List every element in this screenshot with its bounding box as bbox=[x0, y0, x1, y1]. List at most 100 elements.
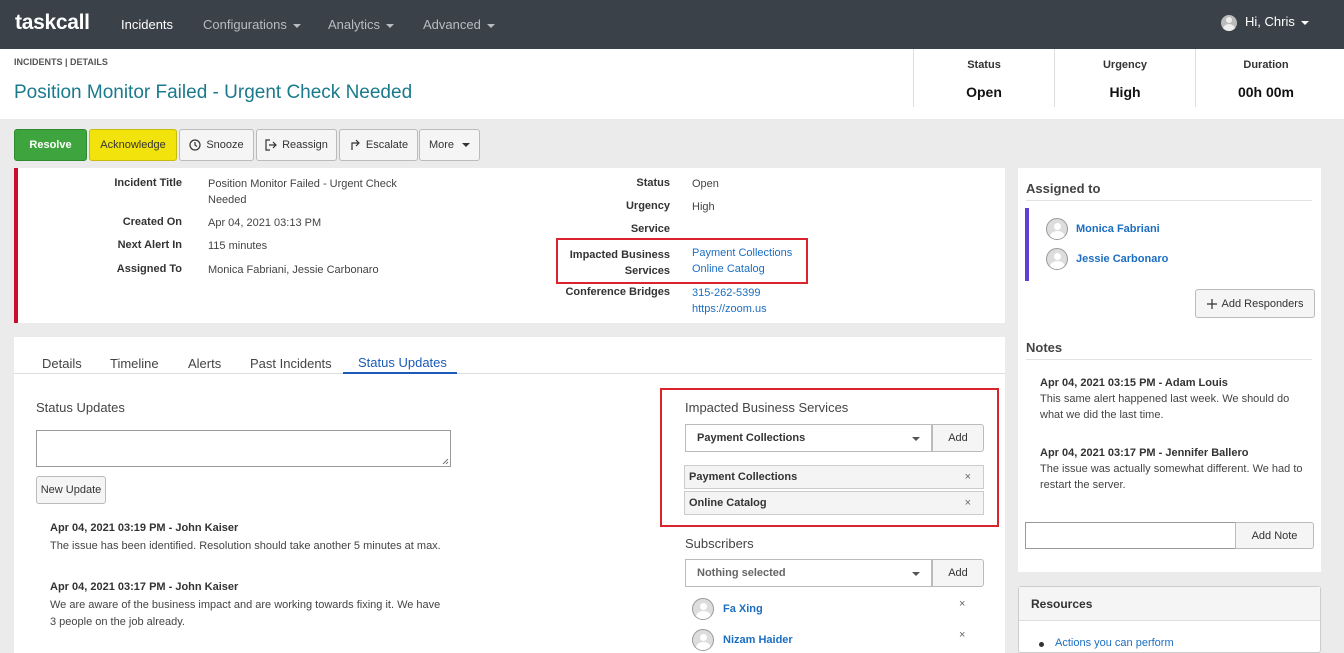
stat-status: Status Open bbox=[913, 49, 1054, 107]
subscriber-name[interactable]: Nizam Haider bbox=[723, 634, 793, 646]
subscribers-title: Subscribers bbox=[685, 536, 754, 551]
tab-divider bbox=[14, 373, 1005, 374]
tab-alerts[interactable]: Alerts bbox=[188, 356, 221, 371]
incident-title-line1: Position Monitor Failed - Urgent Check bbox=[208, 178, 397, 190]
note-line: what we did the last time. bbox=[1040, 409, 1164, 421]
resource-link[interactable]: Actions you can perform bbox=[1055, 637, 1174, 649]
resize-handle-icon[interactable] bbox=[441, 457, 449, 465]
nav-incidents-label: Incidents bbox=[121, 17, 174, 32]
note-head: Apr 04, 2021 03:15 PM - Adam Louis bbox=[1040, 377, 1228, 389]
chevron-down-icon bbox=[292, 23, 301, 28]
new-update-button[interactable]: New Update bbox=[36, 476, 106, 504]
stat-urgency-label: Urgency bbox=[1102, 59, 1148, 71]
status-label: Status bbox=[636, 177, 670, 189]
nav-analytics[interactable]: Analytics bbox=[328, 17, 395, 32]
more-label: More bbox=[428, 139, 455, 151]
remove-subscriber-icon[interactable]: × bbox=[959, 598, 965, 610]
stat-urgency: Urgency High bbox=[1054, 49, 1195, 107]
add-note-input[interactable] bbox=[1025, 522, 1236, 549]
stat-urgency-value: High bbox=[1109, 84, 1141, 100]
incident-details-panel: Incident Title Position Monitor Failed -… bbox=[14, 168, 1005, 323]
conference-phone-link[interactable]: 315-262-5399 bbox=[692, 285, 767, 301]
stat-status-value: Open bbox=[966, 84, 1002, 100]
chevron-down-icon bbox=[386, 23, 395, 28]
divider bbox=[1026, 200, 1312, 201]
created-on-value: Apr 04, 2021 03:13 PM bbox=[208, 217, 322, 229]
assigned-to-value: Monica Fabriani, Jessie Carbonaro bbox=[208, 264, 379, 276]
update-entry-head: Apr 04, 2021 03:17 PM - John Kaiser bbox=[50, 581, 239, 593]
stat-duration: Duration 00h 00m bbox=[1195, 49, 1336, 107]
highlight-box bbox=[556, 238, 808, 284]
incident-title-value: Position Monitor Failed - Urgent Check N… bbox=[208, 176, 397, 208]
snooze-button[interactable]: Snooze bbox=[179, 129, 254, 161]
user-avatar-icon bbox=[1221, 14, 1237, 31]
tab-past-incidents[interactable]: Past Incidents bbox=[250, 356, 332, 371]
reassign-button[interactable]: Reassign bbox=[256, 129, 337, 161]
tab-details[interactable]: Details bbox=[42, 356, 82, 371]
incident-header: INCIDENTS | DETAILS Position Monitor Fai… bbox=[0, 49, 1344, 119]
urgency-value: High bbox=[692, 201, 715, 213]
tab-timeline[interactable]: Timeline bbox=[110, 356, 159, 371]
user-menu[interactable]: Hi, Chris bbox=[1221, 14, 1309, 31]
add-responders-button[interactable]: Add Responders bbox=[1195, 289, 1315, 318]
tab-status-updates[interactable]: Status Updates bbox=[343, 355, 457, 374]
update-body-line2: 3 people on the job already. bbox=[50, 616, 185, 628]
note-line: This same alert happened last week. We s… bbox=[1040, 393, 1290, 405]
resources-panel: Resources Actions you can perform bbox=[1018, 586, 1321, 653]
more-button[interactable]: More bbox=[419, 129, 480, 161]
nav-advanced-label: Advanced bbox=[423, 17, 481, 32]
update-entry-body: The issue has been identified. Resolutio… bbox=[50, 540, 441, 552]
remove-subscriber-icon[interactable]: × bbox=[959, 629, 965, 641]
nav-advanced[interactable]: Advanced bbox=[423, 17, 495, 32]
resolve-button[interactable]: Resolve bbox=[14, 129, 87, 161]
next-alert-value: 115 minutes bbox=[208, 240, 268, 252]
conference-value: 315-262-5399 https://zoom.us bbox=[692, 285, 767, 317]
assignee-name[interactable]: Monica Fabriani bbox=[1076, 223, 1160, 235]
chevron-down-icon bbox=[1300, 20, 1309, 25]
breadcrumb: INCIDENTS | DETAILS bbox=[14, 57, 108, 67]
nav-configurations-label: Configurations bbox=[203, 17, 287, 32]
escalate-button[interactable]: Escalate bbox=[339, 129, 418, 161]
stat-status-label: Status bbox=[967, 59, 1001, 71]
chevron-down-icon bbox=[912, 572, 920, 576]
assignee-name[interactable]: Jessie Carbonaro bbox=[1076, 253, 1168, 265]
user-greeting: Hi, Chris bbox=[1245, 14, 1295, 29]
chevron-down-icon bbox=[462, 143, 471, 147]
nav-incidents[interactable]: Incidents bbox=[121, 17, 173, 32]
status-value: Open bbox=[692, 178, 719, 190]
stat-duration-value: 00h 00m bbox=[1237, 84, 1295, 100]
note-line: The issue was actually somewhat differen… bbox=[1040, 463, 1303, 475]
plus-icon bbox=[1206, 298, 1217, 309]
status-update-textarea[interactable] bbox=[36, 430, 451, 467]
top-navbar: taskcall Incidents Configurations Analyt… bbox=[0, 0, 1344, 49]
notes-title: Notes bbox=[1026, 340, 1063, 355]
assigned-to-title: Assigned to bbox=[1026, 181, 1101, 196]
urgency-label: Urgency bbox=[625, 200, 670, 212]
brand-logo[interactable]: taskcall bbox=[15, 11, 90, 35]
acknowledge-button[interactable]: Acknowledge bbox=[89, 129, 177, 161]
add-subscriber-button[interactable]: Add bbox=[932, 559, 984, 587]
incident-title-line2: Needed bbox=[208, 194, 247, 206]
user-avatar-icon bbox=[1046, 248, 1068, 270]
incident-title-label: Incident Title bbox=[114, 177, 182, 189]
escalate-icon bbox=[351, 139, 360, 150]
chevron-down-icon bbox=[486, 23, 495, 28]
highlight-box bbox=[660, 388, 999, 527]
add-note-button[interactable]: Add Note bbox=[1235, 522, 1314, 549]
escalate-label: Escalate bbox=[365, 139, 409, 151]
nav-configurations[interactable]: Configurations bbox=[203, 17, 301, 32]
resources-title: Resources bbox=[1031, 597, 1093, 611]
add-responders-label: Add Responders bbox=[1221, 297, 1304, 310]
conference-url-link[interactable]: https://zoom.us bbox=[692, 301, 767, 317]
bullet-icon bbox=[1039, 642, 1044, 647]
clock-icon bbox=[189, 139, 201, 151]
assignee-accent-bar bbox=[1025, 208, 1029, 281]
service-label: Service bbox=[630, 223, 670, 235]
nav-analytics-label: Analytics bbox=[328, 17, 381, 32]
subscriber-name[interactable]: Fa Xing bbox=[723, 603, 763, 615]
sidebar-panel: Assigned to Monica Fabriani Jessie Carbo… bbox=[1018, 168, 1321, 572]
update-entry-body: We are aware of the business impact and … bbox=[50, 597, 440, 631]
user-avatar-icon bbox=[692, 598, 714, 620]
reassign-label: Reassign bbox=[282, 139, 328, 151]
subscribers-select[interactable]: Nothing selected bbox=[685, 559, 932, 587]
